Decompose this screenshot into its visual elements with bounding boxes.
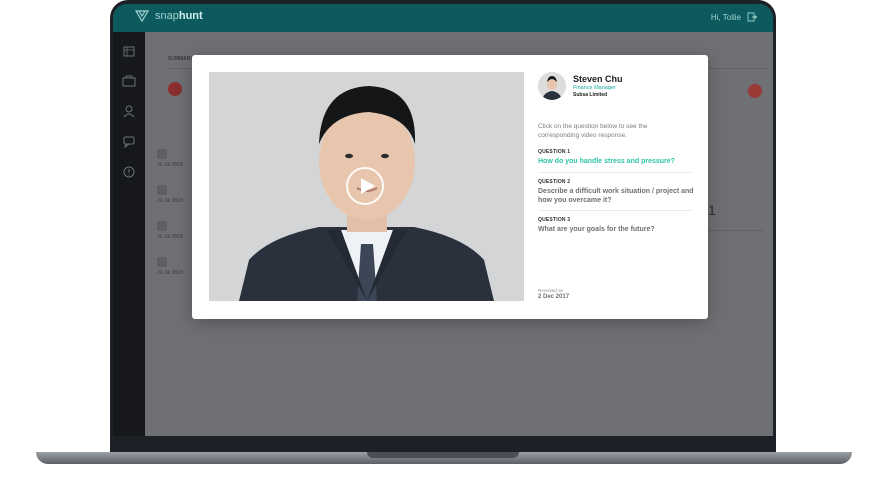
question-divider bbox=[538, 172, 692, 173]
row-date: 20 Jul 2018 bbox=[157, 198, 183, 204]
question-text: Describe a difficult work situation / pr… bbox=[538, 188, 694, 204]
list-icon[interactable] bbox=[113, 37, 145, 67]
row-checkbox[interactable] bbox=[157, 149, 167, 159]
question-text: How do you handle stress and pressure? bbox=[538, 158, 675, 165]
received-date: 2 Dec 2017 bbox=[538, 294, 570, 300]
row-checkbox[interactable] bbox=[157, 257, 167, 267]
status-dot-right bbox=[748, 84, 762, 98]
question-3[interactable]: QUESTION 3 What are your goals for the f… bbox=[538, 217, 698, 234]
briefcase-icon[interactable] bbox=[113, 67, 145, 97]
laptop-notch bbox=[367, 452, 519, 458]
top-bar: snaphunt Hi, Tollie bbox=[113, 4, 773, 32]
status-dot bbox=[168, 82, 182, 96]
chat-icon[interactable] bbox=[113, 127, 145, 157]
greeting-text: Hi, Tollie bbox=[710, 12, 741, 22]
question-label: QUESTION 2 bbox=[538, 179, 571, 185]
kpi-divider bbox=[705, 230, 763, 231]
candidate-company: Subsa Limited bbox=[573, 92, 608, 98]
user-greeting: Hi, Tollie bbox=[711, 12, 757, 22]
logo-prefix: snap bbox=[155, 10, 179, 22]
question-divider bbox=[538, 210, 692, 211]
candidate-name: Steven Chu bbox=[573, 74, 623, 84]
instructions-text: Click on the question below to see the c… bbox=[538, 123, 648, 139]
sidebar bbox=[113, 32, 145, 436]
play-icon[interactable] bbox=[346, 167, 384, 205]
row-date: 20 Jul 2018 bbox=[157, 162, 183, 168]
logo-suffix: hunt bbox=[178, 10, 203, 22]
info-icon[interactable] bbox=[113, 157, 145, 187]
tab-summary[interactable]: SUMMARY bbox=[168, 56, 194, 62]
row-checkbox[interactable] bbox=[157, 221, 167, 231]
app-logo[interactable]: snaphunt bbox=[135, 10, 203, 22]
received-label: Received on bbox=[538, 288, 564, 293]
avatar-image bbox=[538, 72, 566, 100]
video-response-modal: Steven Chu Finance Manager Subsa Limited… bbox=[192, 55, 708, 319]
question-1[interactable]: QUESTION 1 How do you handle stress and … bbox=[538, 149, 698, 166]
logo-icon bbox=[135, 10, 149, 22]
question-label: QUESTION 1 bbox=[538, 149, 571, 155]
row-date: 20 Jul 2018 bbox=[157, 270, 183, 276]
logout-icon[interactable] bbox=[747, 12, 757, 22]
kpi-value: 1 bbox=[708, 202, 716, 218]
question-label: QUESTION 3 bbox=[538, 217, 571, 223]
question-2[interactable]: QUESTION 2 Describe a difficult work sit… bbox=[538, 179, 698, 205]
question-text: What are your goals for the future? bbox=[538, 226, 655, 233]
avatar bbox=[538, 72, 566, 100]
users-icon[interactable] bbox=[113, 97, 145, 127]
row-checkbox[interactable] bbox=[157, 185, 167, 195]
question-panel: Steven Chu Finance Manager Subsa Limited… bbox=[538, 72, 698, 302]
row-date: 20 Jul 2018 bbox=[157, 234, 183, 240]
candidate-role: Finance Manager bbox=[573, 85, 616, 91]
video-player[interactable] bbox=[209, 72, 524, 301]
